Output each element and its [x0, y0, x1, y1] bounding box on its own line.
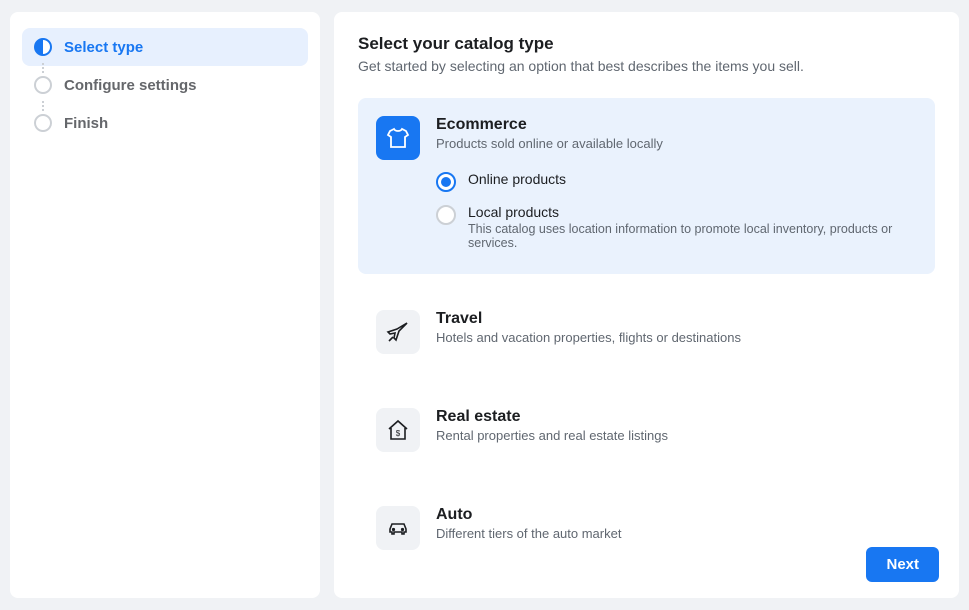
step-select-type[interactable]: Select type: [22, 28, 308, 66]
step-finish[interactable]: Finish: [22, 104, 308, 142]
subopt-online-products[interactable]: Online products: [436, 165, 917, 198]
step-indicator-icon: [34, 114, 52, 132]
step-connector: [42, 101, 44, 111]
option-desc: Rental properties and real estate listin…: [436, 428, 917, 443]
step-indicator-icon: [34, 38, 52, 56]
option-desc: Different tiers of the auto market: [436, 526, 917, 541]
wizard-sidebar: Select type Configure settings Finish: [10, 12, 320, 598]
page-subtitle: Get started by selecting an option that …: [358, 58, 935, 74]
option-content: Travel Hotels and vacation properties, f…: [436, 310, 917, 354]
subopt-desc: This catalog uses location information t…: [468, 222, 917, 250]
subopt-body: Online products: [468, 171, 917, 187]
subopt-label: Online products: [468, 171, 917, 187]
subopt-local-products[interactable]: Local products This catalog uses locatio…: [436, 198, 917, 256]
radio-icon: [436, 172, 456, 192]
catalog-option-auto[interactable]: Auto Different tiers of the auto market: [358, 488, 935, 568]
subopt-body: Local products This catalog uses locatio…: [468, 204, 917, 250]
catalog-option-travel[interactable]: Travel Hotels and vacation properties, f…: [358, 292, 935, 372]
option-content: Auto Different tiers of the auto market: [436, 506, 917, 550]
next-button[interactable]: Next: [866, 547, 939, 582]
page-title: Select your catalog type: [358, 34, 935, 54]
option-title: Auto: [436, 506, 917, 524]
catalog-option-ecommerce[interactable]: Ecommerce Products sold online or availa…: [358, 98, 935, 274]
catalog-option-realestate[interactable]: $ Real estate Rental properties and real…: [358, 390, 935, 470]
tshirt-icon: [376, 116, 420, 160]
option-content: Ecommerce Products sold online or availa…: [436, 116, 917, 256]
house-dollar-icon: $: [376, 408, 420, 452]
ecommerce-suboptions: Online products Local products This cata…: [436, 165, 917, 256]
step-label: Finish: [64, 115, 108, 132]
step-indicator-icon: [34, 76, 52, 94]
option-content: Real estate Rental properties and real e…: [436, 408, 917, 452]
step-connector: [42, 63, 44, 73]
car-icon: [376, 506, 420, 550]
option-title: Real estate: [436, 408, 917, 426]
option-desc: Products sold online or available locall…: [436, 136, 917, 151]
airplane-icon: [376, 310, 420, 354]
option-title: Ecommerce: [436, 116, 917, 134]
subopt-label: Local products: [468, 204, 917, 220]
step-label: Configure settings: [64, 77, 197, 94]
step-configure-settings[interactable]: Configure settings: [22, 66, 308, 104]
option-desc: Hotels and vacation properties, flights …: [436, 330, 917, 345]
svg-text:$: $: [396, 429, 401, 438]
option-title: Travel: [436, 310, 917, 328]
radio-icon: [436, 205, 456, 225]
step-label: Select type: [64, 39, 143, 56]
main-panel: Select your catalog type Get started by …: [334, 12, 959, 598]
